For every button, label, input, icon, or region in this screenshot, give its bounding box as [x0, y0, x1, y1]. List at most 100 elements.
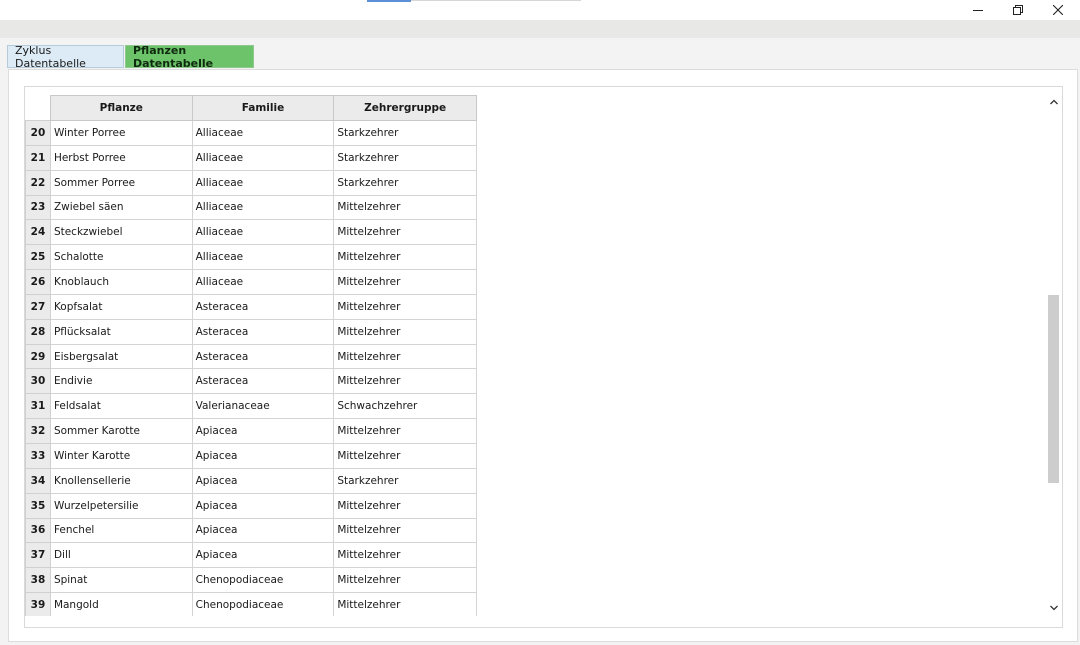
table-row[interactable]: 21 Herbst Porree Alliaceae Starkzehrer	[25, 144, 477, 171]
cell-pflanze[interactable]: Steckzwiebel	[49, 219, 193, 246]
tab-pflanzen-datentabelle[interactable]: Pflanzen Datentabelle	[125, 44, 254, 70]
cell-pflanze[interactable]: Winter Porree	[49, 120, 193, 146]
cell-pflanze[interactable]: Zwiebel säen	[49, 194, 193, 221]
cell-familie[interactable]: Alliaceae	[191, 269, 335, 295]
table-row[interactable]: 37 Dill Apiacea Mittelzehrer	[25, 542, 477, 569]
cell-zehrergruppe[interactable]: Mittelzehrer	[333, 269, 477, 295]
cell-pflanze[interactable]: Spinat	[49, 567, 193, 594]
row-number-cell[interactable]: 39	[25, 592, 51, 616]
cell-zehrergruppe[interactable]: Mittelzehrer	[333, 567, 477, 594]
scroll-up-button[interactable]	[1046, 95, 1061, 109]
cell-zehrergruppe[interactable]: Mittelzehrer	[333, 592, 477, 616]
table-row[interactable]: 29 Eisbergsalat Asteracea Mittelzehrer	[25, 343, 477, 370]
table-row[interactable]: 34 Knollensellerie Apiacea Starkzehrer	[25, 467, 477, 494]
column-header-familie[interactable]: Familie	[191, 95, 335, 121]
row-number-cell[interactable]: 31	[25, 393, 51, 420]
row-number-cell[interactable]: 24	[25, 219, 51, 246]
cell-familie[interactable]: Alliaceae	[191, 194, 335, 221]
table-row[interactable]: 28 Pflücksalat Asteracea Mittelzehrer	[25, 318, 477, 345]
tab-zyklus-datentabelle[interactable]: Zyklus Datentabelle	[7, 44, 124, 70]
cell-familie[interactable]: Alliaceae	[191, 144, 335, 171]
cell-familie[interactable]: Chenopodiaceae	[191, 592, 335, 616]
cell-zehrergruppe[interactable]: Mittelzehrer	[333, 492, 477, 519]
cell-zehrergruppe[interactable]: Mittelzehrer	[333, 517, 477, 544]
column-header-pflanze[interactable]: Pflanze	[49, 95, 193, 121]
table-row[interactable]: 33 Winter Karotte Apiacea Mittelzehrer	[25, 442, 477, 469]
cell-pflanze[interactable]: Herbst Porree	[49, 144, 193, 171]
cell-pflanze[interactable]: Endivie	[49, 368, 193, 395]
cell-pflanze[interactable]: Schalotte	[49, 244, 193, 271]
cell-familie[interactable]: Asteracea	[191, 318, 335, 345]
cell-familie[interactable]: Alliaceae	[191, 244, 335, 271]
table-row[interactable]: 20 Winter Porree Alliaceae Starkzehrer	[25, 120, 477, 146]
row-number-cell[interactable]: 34	[25, 467, 51, 494]
cell-familie[interactable]: Asteracea	[191, 293, 335, 320]
row-number-cell[interactable]: 29	[25, 343, 51, 370]
vertical-scrollbar[interactable]	[1046, 95, 1061, 617]
cell-zehrergruppe[interactable]: Mittelzehrer	[333, 368, 477, 395]
cell-pflanze[interactable]: Pflücksalat	[49, 318, 193, 345]
cell-familie[interactable]: Apiacea	[191, 418, 335, 444]
cell-familie[interactable]: Asteracea	[191, 368, 335, 395]
cell-pflanze[interactable]: Fenchel	[49, 517, 193, 544]
row-number-cell[interactable]: 20	[25, 120, 51, 146]
cell-zehrergruppe[interactable]: Mittelzehrer	[333, 343, 477, 370]
cell-pflanze[interactable]: Dill	[49, 542, 193, 569]
table-row[interactable]: 36 Fenchel Apiacea Mittelzehrer	[25, 517, 477, 544]
row-number-cell[interactable]: 33	[25, 442, 51, 469]
table-row[interactable]: 23 Zwiebel säen Alliaceae Mittelzehrer	[25, 194, 477, 221]
minimize-button[interactable]	[958, 0, 998, 20]
cell-familie[interactable]: Alliaceae	[191, 219, 335, 246]
row-number-cell[interactable]: 22	[25, 169, 51, 196]
cell-zehrergruppe[interactable]: Mittelzehrer	[333, 318, 477, 345]
table-row[interactable]: 39 Mangold Chenopodiaceae Mittelzehrer	[25, 592, 477, 616]
row-number-cell[interactable]: 25	[25, 244, 51, 271]
cell-zehrergruppe[interactable]: Starkzehrer	[333, 467, 477, 494]
table-row[interactable]: 26 Knoblauch Alliaceae Mittelzehrer	[25, 269, 477, 295]
cell-pflanze[interactable]: Eisbergsalat	[49, 343, 193, 370]
row-number-cell[interactable]: 30	[25, 368, 51, 395]
cell-familie[interactable]: Asteracea	[191, 343, 335, 370]
table-row[interactable]: 22 Sommer Porree Alliaceae Starkzehrer	[25, 169, 477, 196]
cell-zehrergruppe[interactable]: Mittelzehrer	[333, 542, 477, 569]
cell-pflanze[interactable]: Winter Karotte	[49, 442, 193, 469]
table-row[interactable]: 30 Endivie Asteracea Mittelzehrer	[25, 368, 477, 395]
cell-zehrergruppe[interactable]: Starkzehrer	[333, 169, 477, 196]
table-row[interactable]: 27 Kopfsalat Asteracea Mittelzehrer	[25, 293, 477, 320]
cell-pflanze[interactable]: Sommer Karotte	[49, 418, 193, 444]
row-number-cell[interactable]: 37	[25, 542, 51, 569]
row-number-cell[interactable]: 21	[25, 144, 51, 171]
row-number-cell[interactable]: 28	[25, 318, 51, 345]
row-number-cell[interactable]: 36	[25, 517, 51, 544]
table-row[interactable]: 32 Sommer Karotte Apiacea Mittelzehrer	[25, 418, 477, 444]
table-row[interactable]: 35 Wurzelpetersilie Apiacea Mittelzehrer	[25, 492, 477, 519]
row-number-cell[interactable]: 35	[25, 492, 51, 519]
close-button[interactable]	[1038, 0, 1078, 20]
cell-pflanze[interactable]: Feldsalat	[49, 393, 193, 420]
cell-familie[interactable]: Alliaceae	[191, 169, 335, 196]
cell-familie[interactable]: Chenopodiaceae	[191, 567, 335, 594]
cell-zehrergruppe[interactable]: Mittelzehrer	[333, 219, 477, 246]
column-header-zehrergruppe[interactable]: Zehrergruppe	[333, 95, 477, 121]
row-number-cell[interactable]: 27	[25, 293, 51, 320]
cell-zehrergruppe[interactable]: Mittelzehrer	[333, 418, 477, 444]
cell-zehrergruppe[interactable]: Starkzehrer	[333, 144, 477, 171]
cell-familie[interactable]: Apiacea	[191, 517, 335, 544]
cell-zehrergruppe[interactable]: Mittelzehrer	[333, 442, 477, 469]
table-row[interactable]: 25 Schalotte Alliaceae Mittelzehrer	[25, 244, 477, 271]
cell-familie[interactable]: Apiacea	[191, 442, 335, 469]
row-number-cell[interactable]: 26	[25, 269, 51, 295]
corner-cell[interactable]	[25, 95, 51, 121]
cell-pflanze[interactable]: Knoblauch	[49, 269, 193, 295]
cell-familie[interactable]: Apiacea	[191, 467, 335, 494]
row-number-cell[interactable]: 32	[25, 418, 51, 444]
table-row[interactable]: 38 Spinat Chenopodiaceae Mittelzehrer	[25, 567, 477, 594]
row-number-cell[interactable]: 38	[25, 567, 51, 594]
table-row[interactable]: 24 Steckzwiebel Alliaceae Mittelzehrer	[25, 219, 477, 246]
cell-zehrergruppe[interactable]: Mittelzehrer	[333, 194, 477, 221]
table-row[interactable]: 31 Feldsalat Valerianaceae Schwachzehrer	[25, 393, 477, 420]
row-number-cell[interactable]: 23	[25, 194, 51, 221]
cell-pflanze[interactable]: Knollensellerie	[49, 467, 193, 494]
cell-familie[interactable]: Apiacea	[191, 542, 335, 569]
scroll-down-button[interactable]	[1046, 601, 1061, 615]
